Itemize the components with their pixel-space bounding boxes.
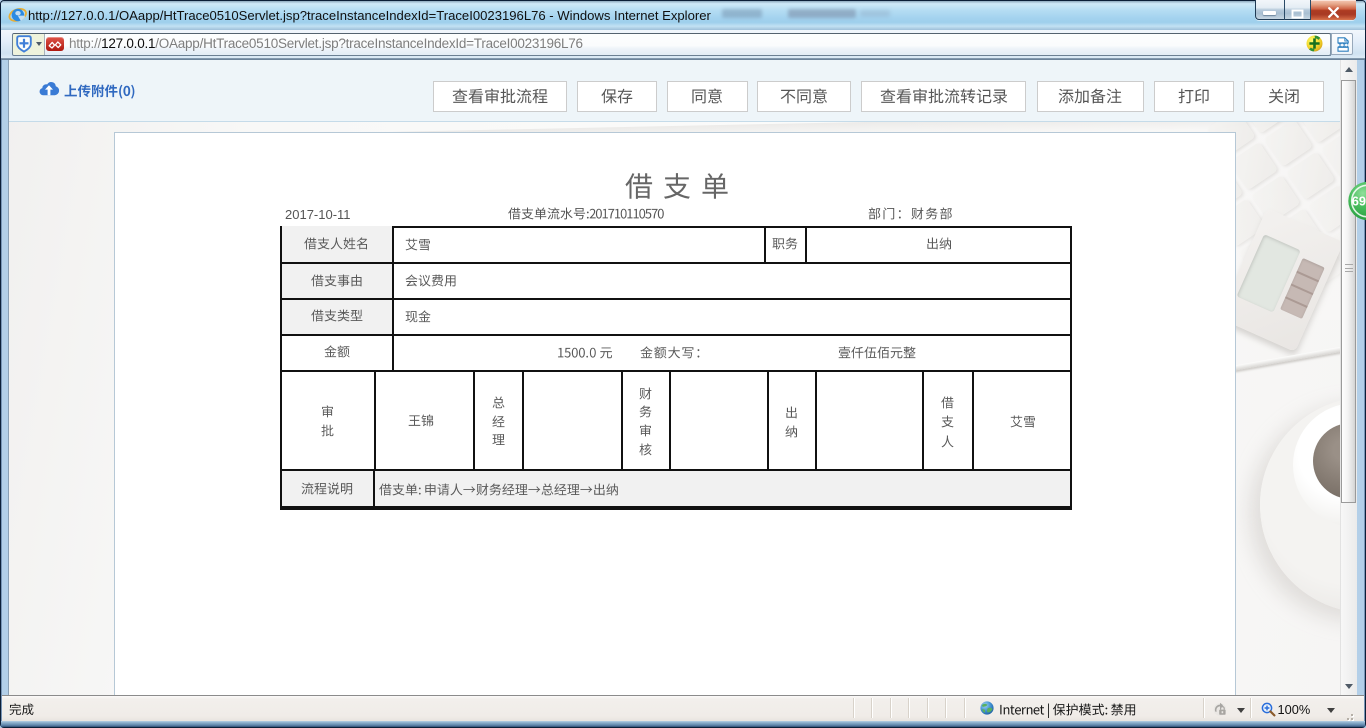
svg-text:69: 69 xyxy=(1352,194,1366,209)
